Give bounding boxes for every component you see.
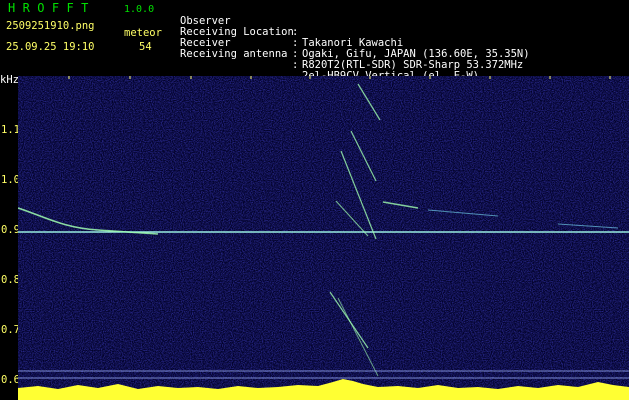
unit-label: kHz <box>0 74 19 86</box>
info-row-antenna: Receiving antenna : 2el-HB9CV Vertical (… <box>180 38 479 82</box>
info-row-location: Receiving Location : Ogaki, Gifu, JAPAN … <box>180 16 530 60</box>
info-row-observer: Observer : Takanori Kawachi <box>180 5 403 49</box>
info-key: Receiving antenna <box>180 48 288 60</box>
file-name: 2509251910.png <box>6 20 95 32</box>
app-title: HROFFT <box>8 1 96 15</box>
meteor-count: 54 <box>139 41 152 53</box>
meteor-label: meteor <box>124 27 162 39</box>
observation-datetime: 25.09.25 19:10 <box>6 41 95 53</box>
info-colon: : <box>292 59 299 71</box>
noise-speckle <box>18 76 629 400</box>
spectrogram-waterfall <box>18 76 629 400</box>
app-version: 1.0.0 <box>124 4 155 15</box>
observation-info: Observer : Takanori Kawachi Receiving Lo… <box>180 5 530 82</box>
info-row-receiver: Receiver : R820T2(RTL-SDR) SDR-Sharp 53.… <box>180 27 523 71</box>
